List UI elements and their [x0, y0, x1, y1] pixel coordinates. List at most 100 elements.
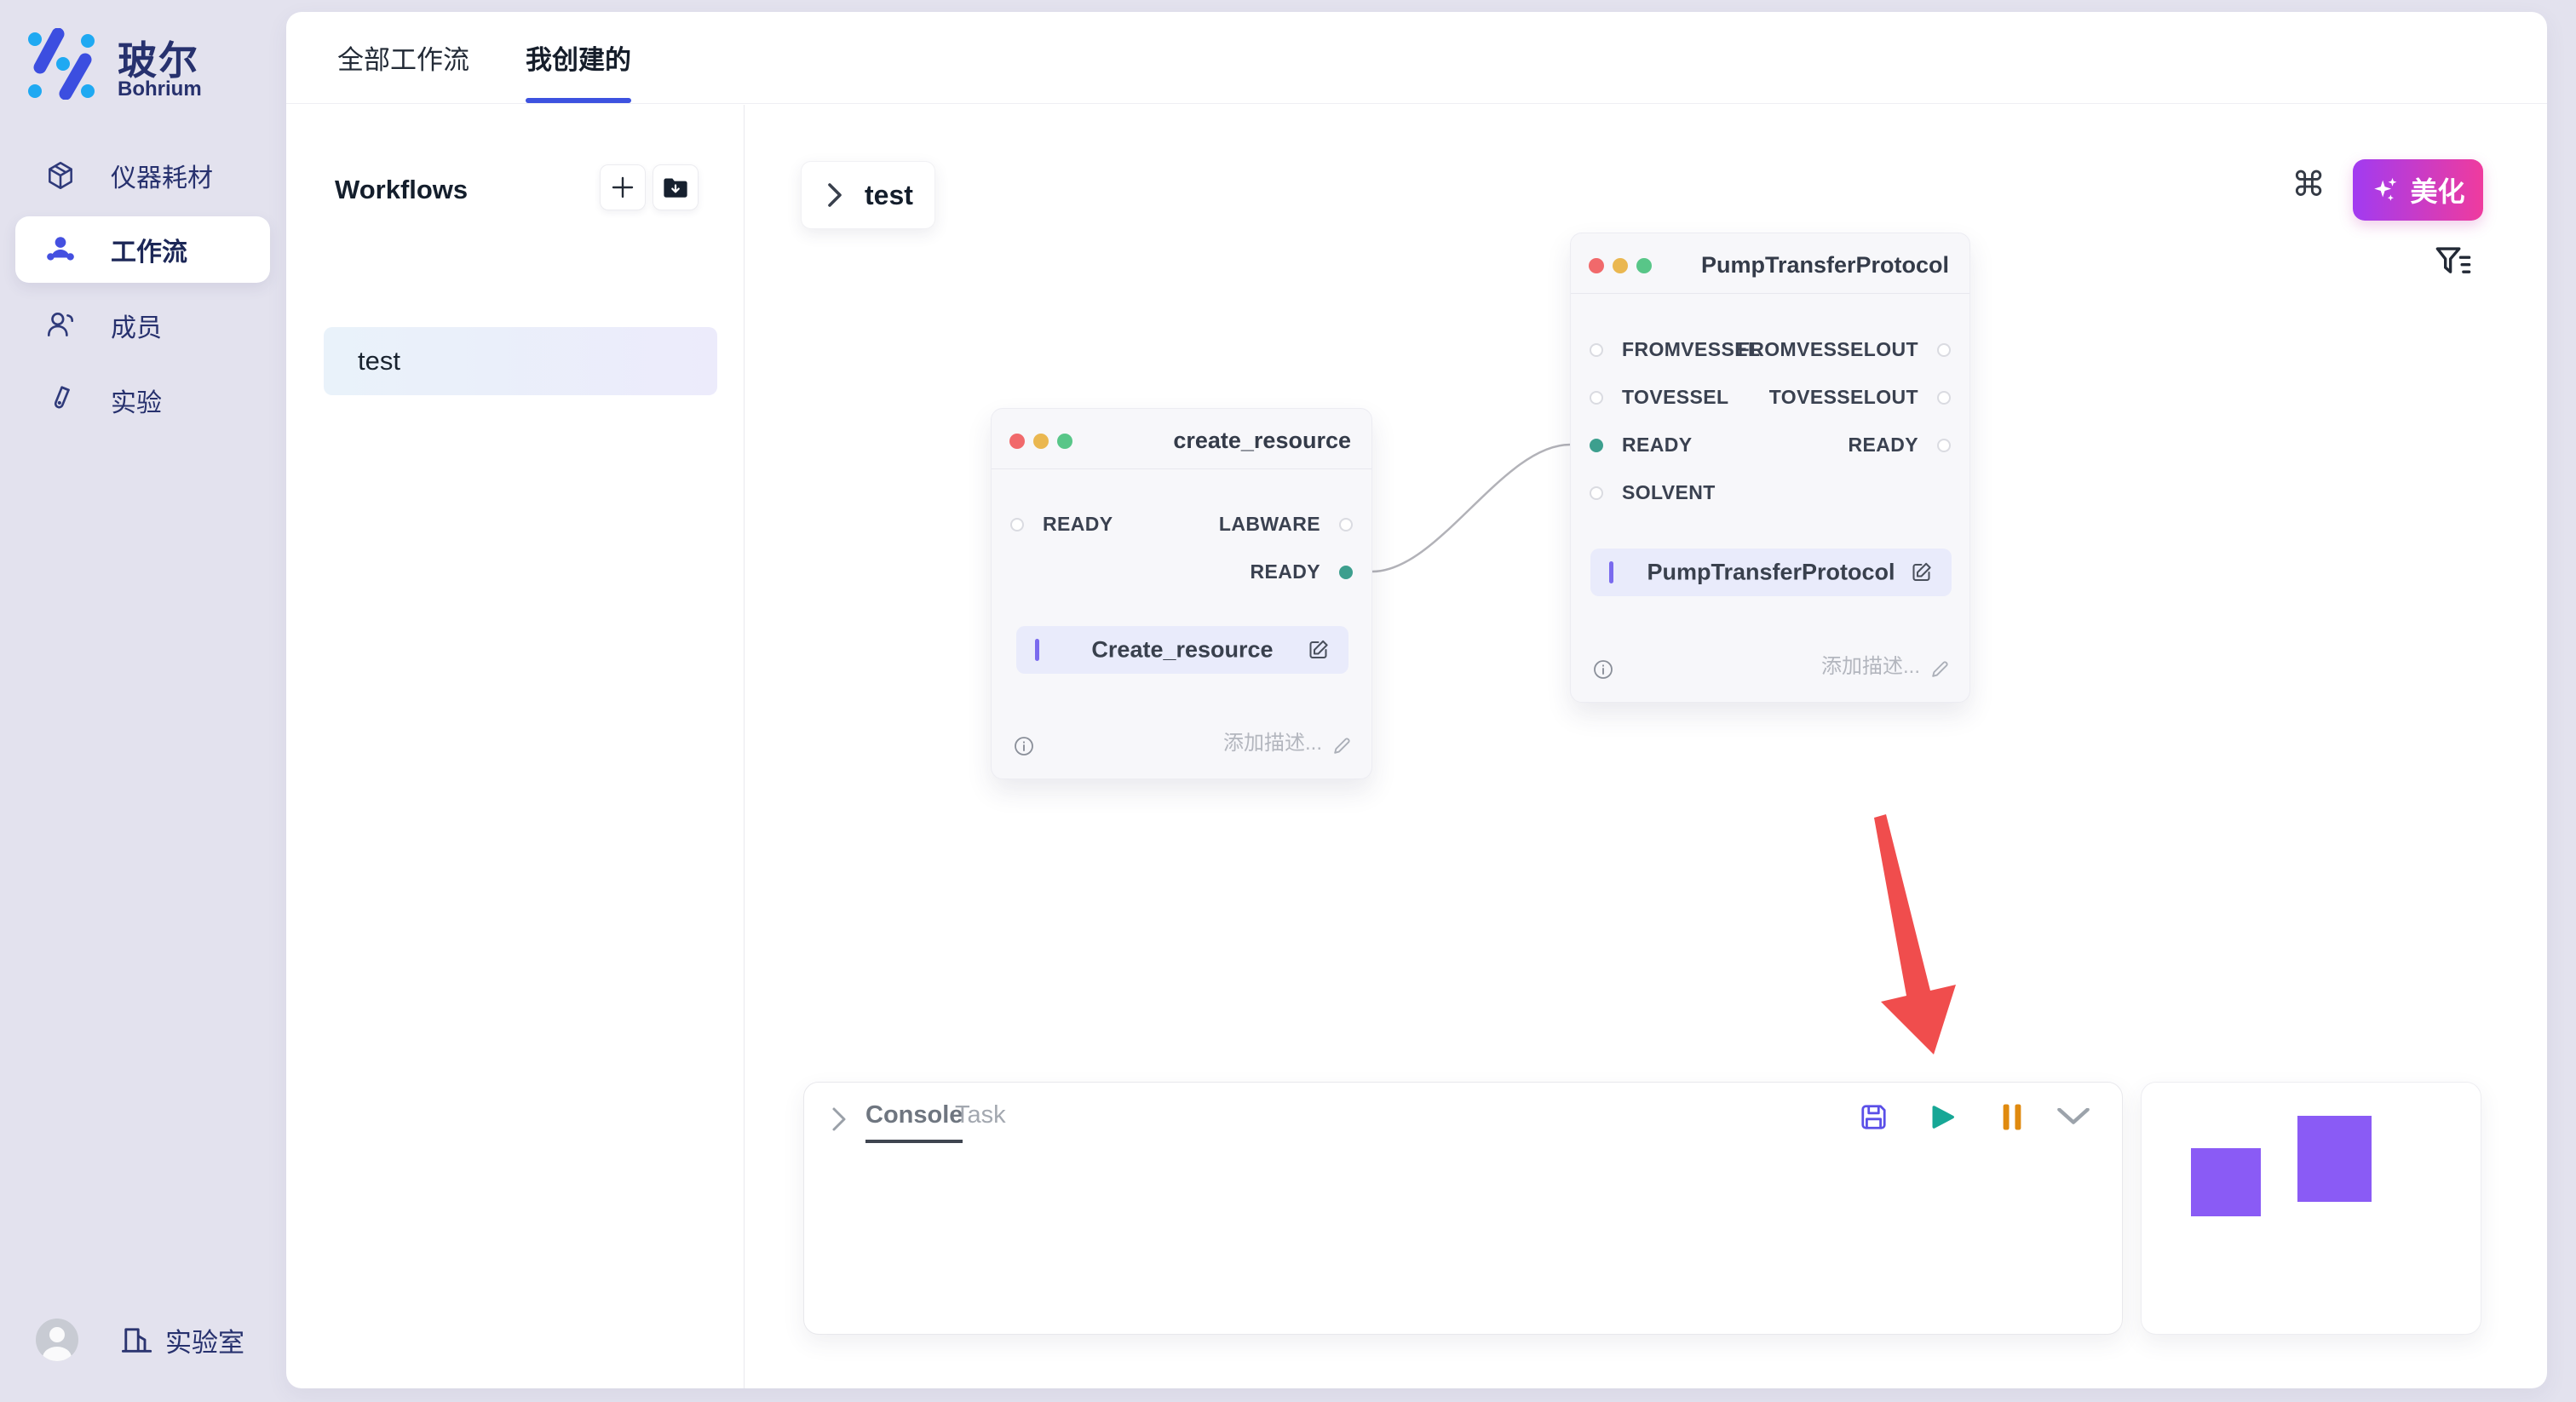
- lab-switcher[interactable]: 实验室: [119, 1320, 244, 1359]
- pause-icon: [1999, 1101, 2025, 1133]
- port-in-ready[interactable]: [1010, 518, 1024, 531]
- function-card[interactable]: Create_resource: [1016, 626, 1348, 674]
- breadcrumb-label: test: [865, 180, 913, 211]
- sidebar-item-label: 成员: [111, 307, 162, 344]
- port-in-ready[interactable]: [1590, 439, 1603, 452]
- edit-icon[interactable]: [1307, 639, 1330, 662]
- minimap-node-pump-transfer: [2297, 1116, 2372, 1202]
- command-icon[interactable]: ⌘: [2283, 159, 2334, 210]
- node-header: PumpTransferProtocol: [1571, 233, 1969, 294]
- tab-all-workflows[interactable]: 全部工作流: [337, 12, 469, 103]
- brand-name-en: Bohrium: [118, 78, 202, 101]
- members-icon: [44, 309, 77, 342]
- function-label: Create_resource: [1016, 637, 1348, 664]
- console-panel: Console Task: [803, 1082, 2123, 1335]
- box-icon: [44, 159, 77, 192]
- node-dot-red[interactable]: [1009, 434, 1025, 449]
- node-dot-red[interactable]: [1589, 258, 1604, 273]
- pause-button[interactable]: [1995, 1100, 2029, 1134]
- sidebar-item-experiments[interactable]: 实验: [15, 367, 270, 434]
- person-icon: [36, 1319, 78, 1361]
- run-button[interactable]: [1924, 1100, 1958, 1134]
- import-workflow-button[interactable]: [653, 164, 699, 210]
- port-label: READY: [1043, 513, 1113, 536]
- node-dot-green[interactable]: [1057, 434, 1072, 449]
- app: 玻尔 Bohrium 仪器耗材 工作流: [0, 0, 2576, 1402]
- node-title: PumpTransferProtocol: [1701, 252, 1949, 279]
- lab-label: 实验室: [165, 1321, 244, 1359]
- workflows-panel: Workflows test: [286, 105, 745, 1388]
- node-header: create_resource: [992, 409, 1371, 469]
- add-workflow-button[interactable]: [600, 164, 646, 210]
- pencil-icon[interactable]: [1929, 658, 1951, 680]
- port-in-solvent[interactable]: [1590, 486, 1603, 500]
- save-icon: [1858, 1101, 1889, 1133]
- folder-import-icon: [663, 176, 688, 198]
- function-label: PumpTransferProtocol: [1590, 560, 1952, 586]
- console-expand-icon[interactable]: [830, 1106, 848, 1132]
- tab-task[interactable]: Task: [955, 1101, 1006, 1140]
- port-in-fromvessel[interactable]: [1590, 343, 1603, 357]
- sidebar-item-instruments[interactable]: 仪器耗材: [15, 142, 270, 209]
- port-label: SOLVENT: [1622, 481, 1716, 504]
- tab-my-created[interactable]: 我创建的: [526, 12, 631, 103]
- minimap-node-create-resource: [2191, 1148, 2261, 1216]
- port-out-labware[interactable]: [1339, 518, 1353, 531]
- node-dot-yellow[interactable]: [1613, 258, 1628, 273]
- chevron-down-icon: [2056, 1108, 2090, 1125]
- red-arrow-annotation: [1874, 814, 1956, 1054]
- port-out-tovesselout[interactable]: [1937, 391, 1951, 405]
- node-dot-yellow[interactable]: [1033, 434, 1049, 449]
- sidebar-item-workflow[interactable]: 工作流: [15, 216, 270, 283]
- edge-create-to-pump: [1372, 445, 1570, 572]
- port-out-ready[interactable]: [1937, 439, 1951, 452]
- building-icon: [119, 1323, 153, 1357]
- description-placeholder[interactable]: 添加描述...: [1223, 726, 1322, 756]
- tab-bar: 全部工作流 我创建的: [286, 12, 2547, 104]
- description-placeholder[interactable]: 添加描述...: [1821, 649, 1920, 679]
- node-create-resource[interactable]: create_resource READY LABWARE READY Crea…: [991, 408, 1372, 779]
- port-label: LABWARE: [1219, 513, 1320, 536]
- breadcrumb[interactable]: test: [801, 161, 935, 229]
- info-icon[interactable]: [1593, 659, 1613, 680]
- pencil-icon[interactable]: [1331, 735, 1353, 756]
- main-panel: 全部工作流 我创建的 Workflows test: [286, 12, 2547, 1388]
- info-icon[interactable]: [1014, 736, 1034, 756]
- filter-icon[interactable]: [2435, 244, 2472, 282]
- workflows-title: Workflows: [335, 175, 468, 205]
- canvas[interactable]: test ⌘ 美化: [745, 105, 2547, 1388]
- collapse-console-button[interactable]: [2056, 1100, 2090, 1134]
- node-dot-green[interactable]: [1636, 258, 1652, 273]
- workflow-list-item[interactable]: test: [324, 327, 717, 395]
- chevron-right-icon: [827, 182, 842, 208]
- sparkles-icon: [2371, 175, 2400, 204]
- edit-icon[interactable]: [1910, 561, 1933, 584]
- port-label: READY: [1848, 434, 1918, 457]
- function-card[interactable]: PumpTransferProtocol: [1590, 549, 1952, 596]
- avatar[interactable]: [36, 1319, 78, 1361]
- sidebar-item-label: 仪器耗材: [111, 157, 213, 194]
- port-label: READY: [1622, 434, 1693, 457]
- sidebar: 玻尔 Bohrium 仪器耗材 工作流: [0, 0, 286, 1402]
- port-label: TOVESSELOUT: [1769, 386, 1918, 409]
- port-out-ready[interactable]: [1339, 566, 1353, 579]
- port-label: TOVESSEL: [1622, 386, 1728, 409]
- port-in-tovessel[interactable]: [1590, 391, 1603, 405]
- minimap[interactable]: [2141, 1082, 2481, 1335]
- workflow-item-label: test: [358, 346, 400, 376]
- experiment-icon: [44, 384, 77, 417]
- sidebar-item-label: 实验: [111, 382, 162, 419]
- plus-icon: [611, 175, 635, 199]
- tab-console[interactable]: Console: [865, 1101, 963, 1143]
- port-out-fromvesselout[interactable]: [1937, 343, 1951, 357]
- node-pump-transfer-protocol[interactable]: PumpTransferProtocol FROMVESSEL FROMVESS…: [1570, 233, 1970, 703]
- port-label: READY: [1250, 560, 1320, 583]
- sidebar-footer: 实验室: [0, 1308, 286, 1402]
- port-label: FROMVESSELOUT: [1738, 338, 1918, 361]
- beautify-label: 美化: [2410, 170, 2464, 210]
- node-title: create_resource: [1173, 428, 1351, 454]
- workflow-icon: [44, 233, 77, 266]
- beautify-button[interactable]: 美化: [2353, 159, 2483, 221]
- sidebar-item-members[interactable]: 成员: [15, 292, 270, 359]
- save-button[interactable]: [1856, 1100, 1890, 1134]
